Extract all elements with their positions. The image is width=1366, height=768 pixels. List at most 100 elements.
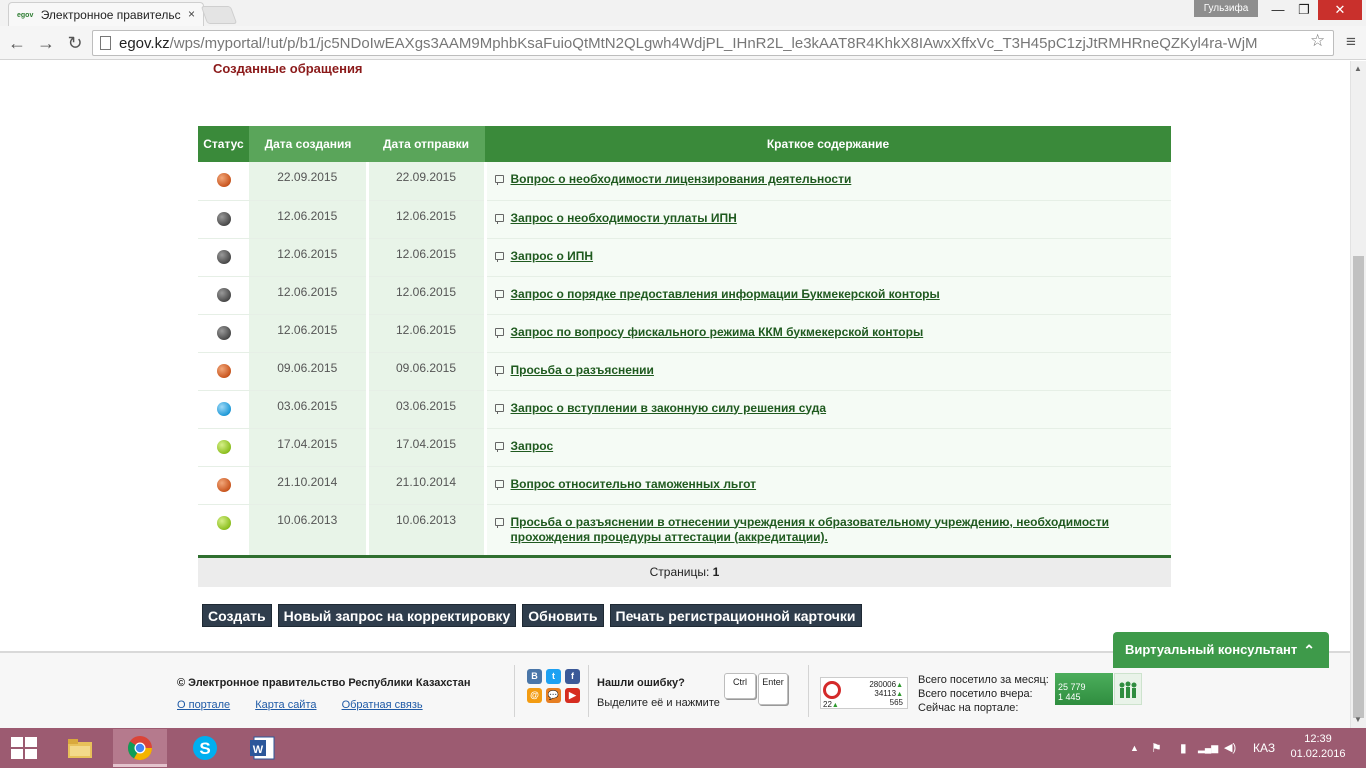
svg-text:S: S (199, 739, 210, 758)
page-title: Созданные обращения (213, 61, 363, 76)
volume-icon[interactable]: ◀) (1224, 728, 1236, 768)
taskbar-chrome[interactable] (113, 729, 167, 767)
window-close-icon[interactable]: ✕ (1318, 0, 1362, 20)
reload-icon[interactable]: ↻ (63, 31, 87, 55)
footer-link-feedback[interactable]: Обратная связь (342, 699, 423, 711)
tab-close-icon[interactable]: × (188, 7, 195, 21)
facebook-icon[interactable]: f (565, 669, 580, 684)
action-center-icon[interactable]: ⚑ (1151, 728, 1162, 768)
status-cell (198, 162, 249, 201)
correction-request-button[interactable]: Новый запрос на корректировку (277, 604, 517, 627)
status-dot-icon (216, 249, 231, 264)
profile-chip[interactable]: Гульзифа (1194, 0, 1258, 17)
summary-cell: Вопрос о необходимости лицензирования де… (485, 162, 1171, 201)
network-icon[interactable]: ▂▄▆ (1198, 728, 1218, 768)
footer-divider (588, 665, 589, 717)
create-button[interactable]: Создать (202, 604, 272, 627)
summary-cell: Запрос о вступлении в законную силу реше… (485, 390, 1171, 429)
summary-link[interactable]: Запрос о порядке предоставления информац… (511, 287, 940, 302)
taskbar-file-explorer[interactable] (53, 729, 107, 767)
message-icon (494, 213, 504, 224)
header-summary[interactable]: Краткое содержание (485, 126, 1171, 162)
print-card-button[interactable]: Печать регистрационной карточки (609, 604, 862, 627)
ctrl-key-icon: Ctrl (724, 673, 756, 699)
summary-link[interactable]: Вопрос относительно таможенных льгот (511, 477, 757, 492)
summary-link[interactable]: Запрос о ИПН (511, 249, 594, 264)
sent-date-cell: 12.06.2015 (367, 238, 487, 277)
stat-value-month: 25 779 (1058, 682, 1086, 692)
table-row: 10.06.2013 10.06.2013 Просьба о разъясне… (198, 504, 1171, 558)
table-row: 17.04.2015 17.04.2015 Запрос (198, 428, 1171, 467)
refresh-button[interactable]: Обновить (522, 604, 604, 627)
forward-icon[interactable]: → (34, 31, 58, 55)
pager-current-page[interactable]: 1 (713, 565, 720, 579)
enter-key-icon: Enter (758, 673, 788, 705)
taskbar-skype[interactable]: S (178, 729, 232, 767)
visit-counter[interactable]: 280006▲ 34113▲ 565 22▲ (820, 677, 908, 709)
mailru-icon[interactable]: @ (527, 688, 542, 703)
summary-cell: Просьба о разъяснении (485, 352, 1171, 391)
sent-date-cell: 22.09.2015 (367, 162, 487, 201)
minimize-icon[interactable]: — (1264, 0, 1292, 20)
twitter-icon[interactable]: t (546, 669, 561, 684)
restore-icon[interactable]: ❐ (1290, 0, 1318, 20)
sent-date-cell: 21.10.2014 (367, 466, 487, 505)
requests-table: Статус Дата создания Дата отправки Кратк… (198, 126, 1171, 558)
summary-link[interactable]: Запрос по вопросу фискального режима ККМ… (511, 325, 924, 340)
page-content: Созданные обращения Статус Дата создания… (0, 61, 1350, 728)
browser-menu-icon[interactable]: ≡ (1342, 32, 1360, 52)
scrollbar-thumb[interactable] (1353, 256, 1364, 718)
scroll-down-icon[interactable]: ▼ (1354, 715, 1362, 724)
summary-cell: Запрос по вопросу фискального режима ККМ… (485, 314, 1171, 353)
created-date-cell: 12.06.2015 (249, 238, 369, 277)
stat-month-label: Всего посетило за месяц: (918, 674, 1049, 686)
battery-icon[interactable]: ▮ (1180, 728, 1187, 768)
summary-link[interactable]: Просьба о разъяснении в отнесении учрежд… (511, 515, 1131, 545)
sent-date-cell: 17.04.2015 (367, 428, 487, 467)
header-status[interactable]: Статус (198, 126, 249, 162)
scroll-up-icon[interactable]: ▲ (1354, 64, 1362, 73)
taskbar-word[interactable]: W (235, 729, 289, 767)
footer-link-about[interactable]: О портале (177, 699, 230, 711)
header-created-date[interactable]: Дата создания (249, 126, 367, 162)
browser-tab[interactable]: egov Электронное правительс × (8, 2, 204, 26)
summary-link[interactable]: Запрос о необходимости уплаты ИПН (511, 211, 737, 226)
vk-icon[interactable]: В (527, 669, 542, 684)
error-report-title: Нашли ошибку? (597, 677, 685, 689)
taskbar-clock[interactable]: 12:39 01.02.2016 (1290, 732, 1346, 762)
tray-expand-icon[interactable]: ▲ (1130, 728, 1139, 768)
summary-link[interactable]: Вопрос о необходимости лицензирования де… (511, 172, 852, 187)
created-date-cell: 17.04.2015 (249, 428, 369, 467)
message-icon (494, 175, 504, 185)
bookmark-star-icon[interactable]: ☆ (1310, 31, 1325, 51)
stats-values-box: 25 779 1 445 (1055, 673, 1113, 705)
egov-favicon: egov (17, 12, 34, 19)
message-icon (494, 327, 504, 338)
new-tab-button[interactable] (200, 6, 238, 24)
url-path: /wps/myportal/!ut/p/b1/jc5NDoIwEAXgs3AAM… (169, 35, 1258, 52)
url-host: egov.kz (119, 35, 170, 52)
stat-now-label: Сейчас на портале: (918, 702, 1019, 714)
status-dot-icon (216, 211, 231, 226)
footer-link-sitemap[interactable]: Карта сайта (255, 699, 316, 711)
created-date-cell: 12.06.2015 (249, 200, 369, 239)
word-icon: W (250, 736, 275, 760)
summary-link[interactable]: Просьба о разъяснении (511, 363, 654, 378)
start-button[interactable] (11, 737, 39, 759)
status-dot-icon (216, 363, 231, 378)
youtube-icon[interactable]: ▶ (565, 688, 580, 703)
summary-link[interactable]: Запрос (511, 439, 554, 454)
page-scrollbar[interactable]: ▲ ▼ (1350, 61, 1366, 728)
status-dot-icon (216, 173, 231, 187)
back-icon[interactable]: ← (5, 31, 29, 55)
summary-link[interactable]: Запрос о вступлении в законную силу реше… (511, 401, 827, 416)
chat-icon[interactable]: 💬 (546, 688, 561, 703)
address-bar[interactable]: egov.kz/wps/myportal/!ut/p/b1/jc5NDoIwEA… (92, 30, 1334, 56)
sent-date-cell: 12.06.2015 (367, 314, 487, 353)
footer-links: О портале Карта сайта Обратная связь (177, 699, 445, 711)
status-dot-icon (216, 515, 231, 530)
virtual-consultant-button[interactable]: Виртуальный консультант ⌃ (1113, 632, 1329, 668)
header-sent-date[interactable]: Дата отправки (367, 126, 485, 162)
summary-cell: Вопрос относительно таможенных льгот (485, 466, 1171, 505)
language-indicator[interactable]: КАЗ (1253, 728, 1275, 768)
